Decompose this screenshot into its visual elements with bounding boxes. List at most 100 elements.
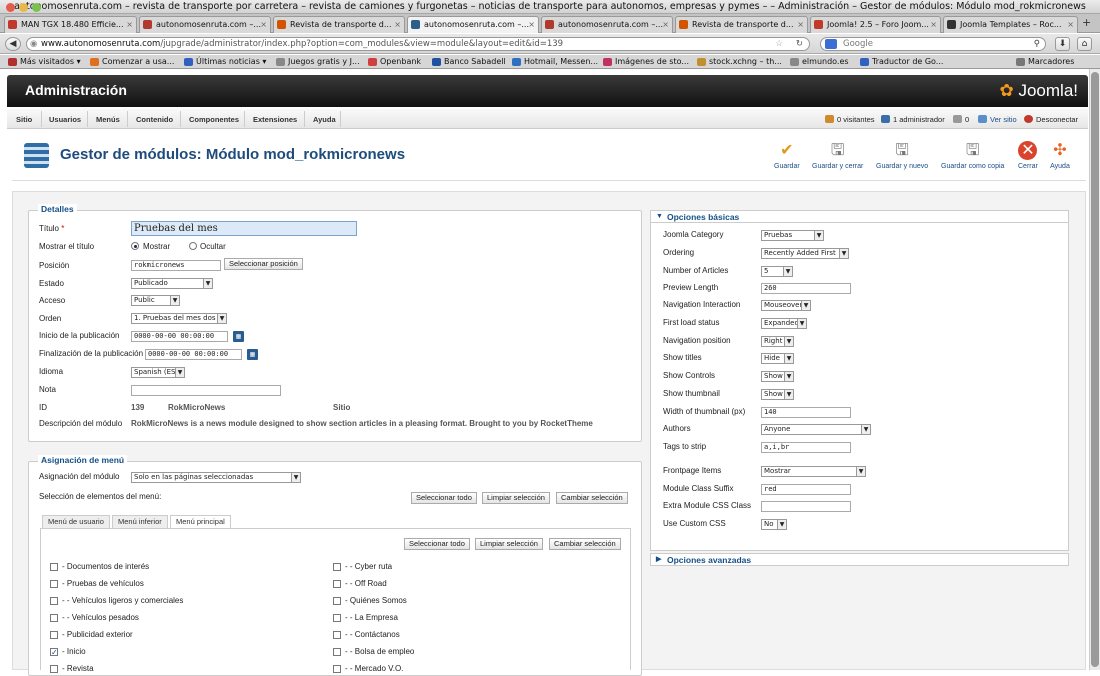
bookmark-item[interactable]: Banco Sabadell — [432, 55, 506, 69]
bookmark-item[interactable]: Más visitados ▾ — [8, 55, 81, 69]
order-select[interactable]: 1. Pruebas del mes dos 2 ▼ — [131, 313, 227, 324]
clear-selection-button[interactable]: Limpiar selección — [482, 492, 550, 504]
close-window-button[interactable] — [6, 3, 15, 12]
menu-item-checkbox[interactable] — [50, 580, 58, 588]
access-select[interactable]: Public ▼ — [131, 295, 180, 306]
bookmark-item[interactable]: Traductor de Go... — [860, 55, 943, 69]
module-assignment-select[interactable]: Solo en las páginas seleccionadas ▼ — [131, 472, 301, 483]
option-select[interactable]: Show ▼ — [761, 371, 794, 382]
bookmark-star-icon[interactable]: ☆ — [775, 38, 783, 50]
minimize-window-button[interactable] — [19, 3, 28, 12]
browser-tab[interactable]: autonomosenruta.com –... × — [139, 16, 271, 33]
menu-sitio[interactable]: Sitio — [16, 115, 32, 124]
option-select[interactable]: Hide ▼ — [761, 353, 794, 364]
option-input[interactable]: 140 — [761, 407, 851, 418]
menu-item-checkbox[interactable] — [50, 597, 58, 605]
language-select[interactable]: Spanish (ES) ▼ — [131, 367, 185, 378]
bookmark-item[interactable]: Imágenes de sto... — [603, 55, 689, 69]
close-tab-icon[interactable]: × — [528, 17, 535, 32]
new-tab-icon[interactable]: + — [1082, 16, 1091, 29]
vertical-scrollbar[interactable] — [1089, 69, 1100, 670]
menu-item-checkbox[interactable] — [333, 648, 341, 656]
option-input[interactable]: 260 — [761, 283, 851, 294]
back-button[interactable]: ◀ — [5, 37, 21, 51]
publish-up-input[interactable]: 0000-00-00 00:00:00 — [131, 331, 228, 342]
menu-item-checkbox[interactable] — [333, 631, 341, 639]
menu-item-checkbox[interactable] — [333, 563, 341, 571]
view-site-link[interactable]: Ver sitio — [978, 115, 1017, 124]
option-select[interactable]: Recently Added First ▼ — [761, 248, 849, 259]
menu-item-checkbox[interactable] — [50, 563, 58, 571]
menu-ayuda[interactable]: Ayuda — [313, 115, 336, 124]
note-input[interactable] — [131, 385, 281, 396]
option-select[interactable]: No ▼ — [761, 519, 787, 530]
close-tab-icon[interactable]: × — [1067, 17, 1074, 32]
url-bar[interactable]: ◉ www.autonomosenruta.com/jupgrade/admin… — [26, 37, 810, 51]
tab-main-menu[interactable]: Menú principal — [170, 515, 231, 529]
menu-item-checkbox[interactable] — [333, 597, 341, 605]
browser-tab[interactable]: Joomla! 2.5 – Foro Joom... × — [810, 16, 941, 33]
save-new-button[interactable]: 🖫 Guardar y nuevo — [876, 141, 928, 170]
browser-tab[interactable]: autonomosenruta.com –... × — [541, 16, 673, 33]
option-select[interactable]: 5 ▼ — [761, 266, 793, 277]
toggle-selection-button[interactable]: Cambiar selección — [556, 492, 628, 504]
browser-tab[interactable]: autonomosenruta.com –... × — [407, 16, 539, 33]
search-icon[interactable]: ⚲ — [1034, 38, 1040, 50]
reload-icon[interactable]: ↻ — [796, 38, 803, 50]
close-tab-icon[interactable]: × — [930, 17, 937, 32]
menu-contenido[interactable]: Contenido — [136, 115, 173, 124]
title-input[interactable]: Pruebas del mes — [131, 221, 357, 236]
select-all-button[interactable]: Seleccionar todo — [411, 492, 477, 504]
save-button[interactable]: ✔ Guardar — [774, 141, 800, 170]
option-select[interactable]: Mostrar ▼ — [761, 466, 866, 477]
menu-extensiones[interactable]: Extensiones — [253, 115, 297, 124]
menu-item-checkbox[interactable] — [333, 614, 341, 622]
save-close-button[interactable]: 🖫 Guardar y cerrar — [812, 141, 863, 170]
browser-tab[interactable]: MAN TGX 18.480 Efficie... × — [4, 16, 137, 33]
menu-item-checkbox[interactable] — [333, 580, 341, 588]
show-title-radio-show[interactable] — [131, 242, 139, 250]
menu-usuarios[interactable]: Usuarios — [49, 115, 81, 124]
toggle-selection-button-inner[interactable]: Cambiar selección — [549, 538, 621, 550]
position-input[interactable]: rokmicronews — [131, 260, 221, 271]
bookmark-item[interactable]: Últimas noticias ▾ — [184, 55, 266, 69]
advanced-options-header[interactable]: ▶ Opciones avanzadas — [650, 553, 1069, 566]
tab-user-menu[interactable]: Menú de usuario — [42, 515, 110, 528]
option-select[interactable]: Right ▼ — [761, 336, 794, 347]
browser-tab[interactable]: Revista de transporte d... × — [675, 16, 808, 33]
show-title-radio-hide[interactable] — [189, 242, 197, 250]
close-tab-icon[interactable]: × — [797, 17, 804, 32]
close-tab-icon[interactable]: × — [662, 17, 669, 32]
search-input[interactable]: Google ⚲ — [820, 37, 1046, 51]
help-button[interactable]: ✣ Ayuda — [1050, 141, 1070, 170]
bookmark-item[interactable]: Juegos gratis y J... — [276, 55, 360, 69]
bookmark-item[interactable]: Hotmail, Messen... — [512, 55, 598, 69]
save-copy-button[interactable]: 🖫 Guardar como copia — [941, 141, 1004, 170]
calendar-icon[interactable]: ▦ — [247, 349, 258, 360]
menu-componentes[interactable]: Componentes — [189, 115, 239, 124]
close-tab-icon[interactable]: × — [126, 17, 133, 32]
zoom-window-button[interactable] — [32, 3, 41, 12]
tab-bottom-menu[interactable]: Menú inferior — [112, 515, 168, 528]
calendar-icon[interactable]: ▦ — [233, 331, 244, 342]
state-select[interactable]: Publicado ▼ — [131, 278, 213, 289]
select-position-button[interactable]: Seleccionar posición — [224, 258, 303, 270]
option-select[interactable]: Pruebas ▼ — [761, 230, 824, 241]
messages-count[interactable]: 0 — [953, 115, 969, 124]
browser-tab[interactable]: Revista de transporte d... × — [273, 16, 405, 33]
option-select[interactable]: Expanded ▼ — [761, 318, 807, 329]
menu-item-checkbox[interactable] — [50, 631, 58, 639]
bookmark-item[interactable]: elmundo.es — [790, 55, 849, 69]
menu-menus[interactable]: Menús — [96, 115, 120, 124]
option-select[interactable]: Mouseover ▼ — [761, 300, 811, 311]
option-input[interactable] — [761, 501, 851, 512]
option-input[interactable]: a,i,br — [761, 442, 851, 453]
option-select[interactable]: Show ▼ — [761, 389, 794, 400]
bookmark-item[interactable]: Openbank — [368, 55, 421, 69]
option-select[interactable]: Anyone ▼ — [761, 424, 871, 435]
option-input[interactable]: red — [761, 484, 851, 495]
bookmark-item[interactable]: Comenzar a usa... — [90, 55, 174, 69]
bookmark-item[interactable]: Marcadores — [1016, 55, 1074, 69]
clear-selection-button-inner[interactable]: Limpiar selección — [475, 538, 543, 550]
close-tab-icon[interactable]: × — [394, 17, 401, 32]
